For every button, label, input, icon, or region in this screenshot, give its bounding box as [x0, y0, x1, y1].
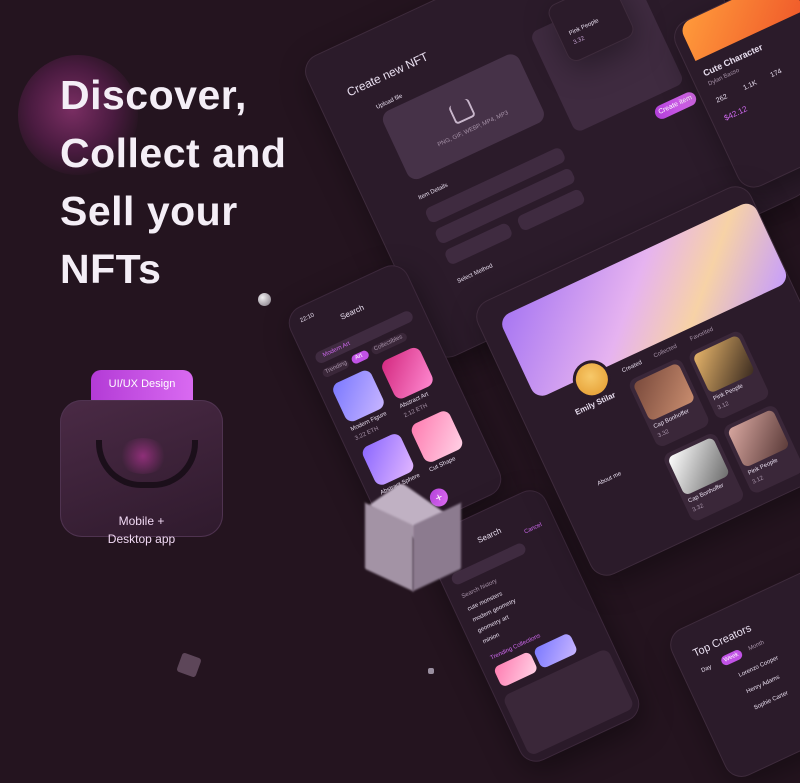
filter-week-label: Week	[723, 651, 740, 664]
pink-people-name: Pink People	[568, 18, 600, 38]
stat-2: 1.1K	[742, 79, 759, 92]
item-details-label: Item Details	[417, 182, 449, 202]
status-time: 22:10	[299, 312, 316, 325]
upload-icon	[447, 97, 477, 126]
search-query: Modern Art	[322, 340, 352, 359]
nft-card-3-price: 3.32	[691, 503, 705, 514]
search-title: Search	[338, 302, 366, 322]
chip-art-label: Art	[354, 352, 364, 362]
chip-trending-label: Trending	[324, 360, 349, 376]
pink-people-price: 3.32	[572, 35, 586, 47]
search2-input[interactable]	[449, 541, 528, 587]
floating-cube	[365, 482, 461, 598]
create-item-button[interactable]: Create item	[652, 89, 699, 122]
top-creators-title: Top Creators	[691, 622, 754, 660]
filter-day[interactable]: Day	[701, 664, 713, 674]
tab-collected[interactable]: Collected	[653, 344, 678, 360]
history-item-4[interactable]: minion	[482, 632, 501, 645]
nft-image-2	[692, 334, 756, 394]
creator-3[interactable]: Sophie Carter	[753, 690, 789, 711]
top-creators-screen: Top Creators Day Week Month Lorenzo Coop…	[664, 559, 800, 783]
stat-3: 174	[769, 67, 783, 80]
chip-art[interactable]: Art	[350, 349, 371, 365]
filter-month[interactable]: Month	[748, 640, 766, 652]
stat-1: 262	[715, 93, 729, 105]
nft-card-1-price: 3.32	[657, 428, 671, 440]
tab-favorited[interactable]: Favorited	[689, 327, 714, 343]
small-floating-dot	[428, 668, 434, 674]
creator-1[interactable]: Lorenzo Cooper	[738, 655, 780, 679]
search2-title: Search	[475, 526, 503, 545]
nft-thumb-4[interactable]	[409, 408, 465, 465]
filter-week[interactable]: Week	[719, 648, 744, 667]
create-nft-title: Create new NFT	[344, 49, 431, 100]
character-price: $42.12	[722, 104, 749, 123]
select-method-label: Select Method	[456, 263, 494, 285]
nft-image-4	[726, 408, 790, 469]
nft-card-2-price: 3.12	[716, 401, 730, 412]
nft-card-4-price: 3.12	[751, 475, 765, 486]
mockup-collage: Create new NFT Upload file PNG, GIF, WEB…	[0, 0, 800, 783]
cancel-link[interactable]: Cancel	[524, 522, 543, 535]
creator-2[interactable]: Henry Adams	[746, 674, 781, 695]
about-me-label: About me	[596, 471, 623, 488]
tab-created[interactable]: Created	[621, 360, 643, 374]
